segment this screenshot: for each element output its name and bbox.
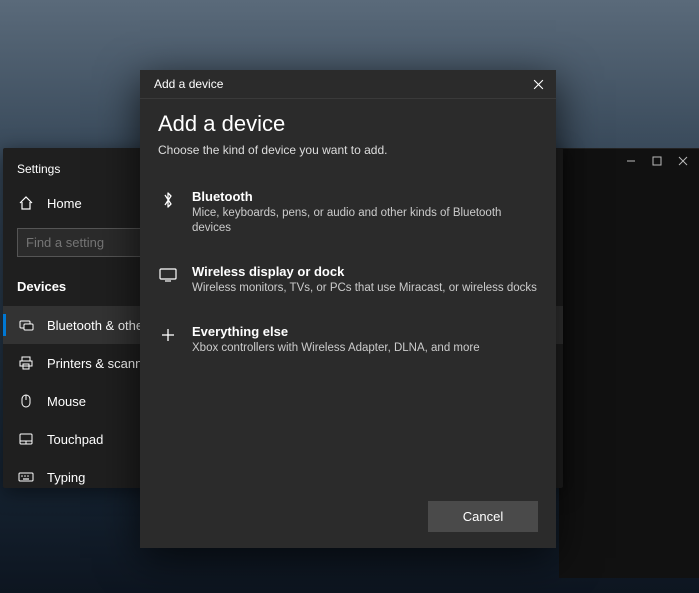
home-icon (17, 194, 35, 212)
dialog-heading: Add a device (158, 111, 538, 137)
dialog-subheading: Choose the kind of device you want to ad… (158, 143, 538, 157)
option-desc: Wireless monitors, TVs, or PCs that use … (192, 281, 537, 296)
bluetooth-icon (158, 191, 178, 209)
maximize-icon[interactable] (651, 155, 663, 167)
bluetooth-devices-icon (17, 316, 35, 334)
plus-icon (158, 326, 178, 344)
option-desc: Mice, keyboards, pens, or audio and othe… (192, 206, 538, 236)
sidebar-item-label: Typing (47, 470, 85, 485)
add-device-dialog: Add a device Add a device Choose the kin… (140, 70, 556, 548)
option-desc: Xbox controllers with Wireless Adapter, … (192, 341, 480, 356)
close-button[interactable] (530, 76, 546, 92)
dialog-title: Add a device (154, 77, 223, 91)
minimize-icon[interactable] (625, 155, 637, 167)
option-wireless-display[interactable]: Wireless display or dock Wireless monito… (158, 254, 538, 314)
display-icon (158, 266, 178, 284)
sidebar-item-label: Home (47, 196, 82, 211)
keyboard-icon (17, 468, 35, 486)
cancel-button[interactable]: Cancel (428, 501, 538, 532)
printer-icon (17, 354, 35, 372)
option-title: Bluetooth (192, 189, 538, 204)
option-everything-else[interactable]: Everything else Xbox controllers with Wi… (158, 314, 538, 374)
background-window (559, 148, 699, 578)
mouse-icon (17, 392, 35, 410)
option-title: Wireless display or dock (192, 264, 537, 279)
sidebar-item-label: Touchpad (47, 432, 103, 447)
option-title: Everything else (192, 324, 480, 339)
touchpad-icon (17, 430, 35, 448)
dialog-titlebar: Add a device (140, 70, 556, 99)
sidebar-item-label: Mouse (47, 394, 86, 409)
close-icon[interactable] (677, 155, 689, 167)
option-bluetooth[interactable]: Bluetooth Mice, keyboards, pens, or audi… (158, 179, 538, 254)
